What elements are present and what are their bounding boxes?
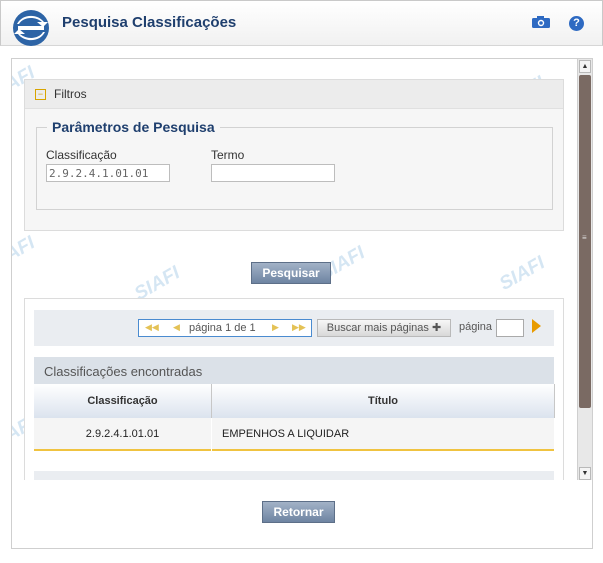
search-parameters-legend: Parâmetros de Pesquisa xyxy=(47,119,220,135)
pager-top: ◀◀ ◀ página 1 de 1 ▶ ▶▶ Buscar mais pági… xyxy=(34,310,554,346)
go-page-icon[interactable] xyxy=(532,319,541,333)
page-title: Pesquisa Classificações xyxy=(62,14,237,31)
filtros-toggle[interactable]: − Filtros xyxy=(25,80,563,109)
table-cell-titulo[interactable]: EMPENHOS A LIQUIDAR xyxy=(212,418,554,451)
next-page-icon[interactable]: ▶ xyxy=(272,322,279,333)
scroll-up-arrow-icon[interactable]: ▲ xyxy=(579,60,591,73)
page-navigator: ◀◀ ◀ página 1 de 1 ▶ ▶▶ xyxy=(138,319,312,337)
help-icon[interactable]: ? xyxy=(569,16,584,31)
termo-label: Termo xyxy=(211,148,245,162)
search-parameters: Parâmetros de Pesquisa Classificação 2.9… xyxy=(36,119,553,210)
siafi-logo xyxy=(13,10,49,46)
collapse-icon[interactable]: − xyxy=(35,89,46,100)
column-header-classificacao[interactable]: Classificação xyxy=(34,384,212,418)
pagina-label: página xyxy=(459,321,493,333)
page-number-input[interactable] xyxy=(496,319,524,337)
results-title-bar: Classificações encontradas xyxy=(34,357,554,384)
results-panel: ◀◀ ◀ página 1 de 1 ▶ ▶▶ Buscar mais pági… xyxy=(24,298,564,481)
scroll-down-arrow-icon[interactable]: ▼ xyxy=(579,467,591,480)
prev-page-icon[interactable]: ◀ xyxy=(173,322,180,333)
siafi-watermark: SIAFI xyxy=(11,232,39,275)
filtros-panel: − Filtros Parâmetros de Pesquisa Classif… xyxy=(24,79,564,231)
retornar-button[interactable]: Retornar xyxy=(262,501,335,523)
results-title: Classificações encontradas xyxy=(44,364,203,379)
classificacao-input[interactable]: 2.9.2.4.1.01.01 xyxy=(46,164,170,182)
page-header: Pesquisa Classificações ? xyxy=(0,0,603,46)
column-header-titulo[interactable]: Título xyxy=(212,384,555,418)
content-frame: SIAFI SIAFI SIAFI SIAFI SIAFI SIAFI SIAF… xyxy=(11,58,593,482)
pesquisar-button[interactable]: Pesquisar xyxy=(251,262,331,284)
plus-icon: ✚ xyxy=(431,322,442,334)
table-cell-classificacao[interactable]: 2.9.2.4.1.01.01 xyxy=(34,418,211,451)
grip-icon: ≡ xyxy=(582,233,587,242)
camera-icon[interactable] xyxy=(531,15,551,29)
filtros-label: Filtros xyxy=(54,87,87,101)
buscar-mais-label: Buscar mais páginas xyxy=(326,322,429,334)
first-page-icon[interactable]: ◀◀ xyxy=(145,322,159,333)
classificacao-label: Classificação xyxy=(46,148,117,162)
footer-bar: Retornar xyxy=(11,480,593,549)
scrollbar-thumb[interactable]: ≡ xyxy=(579,75,591,408)
buscar-mais-button[interactable]: Buscar mais páginas ✚ xyxy=(317,319,451,337)
page-indicator: página 1 de 1 xyxy=(189,322,256,334)
last-page-icon[interactable]: ▶▶ xyxy=(292,322,306,333)
termo-input[interactable] xyxy=(211,164,335,182)
vertical-scrollbar[interactable]: ▲ ≡ ▼ xyxy=(577,59,592,481)
